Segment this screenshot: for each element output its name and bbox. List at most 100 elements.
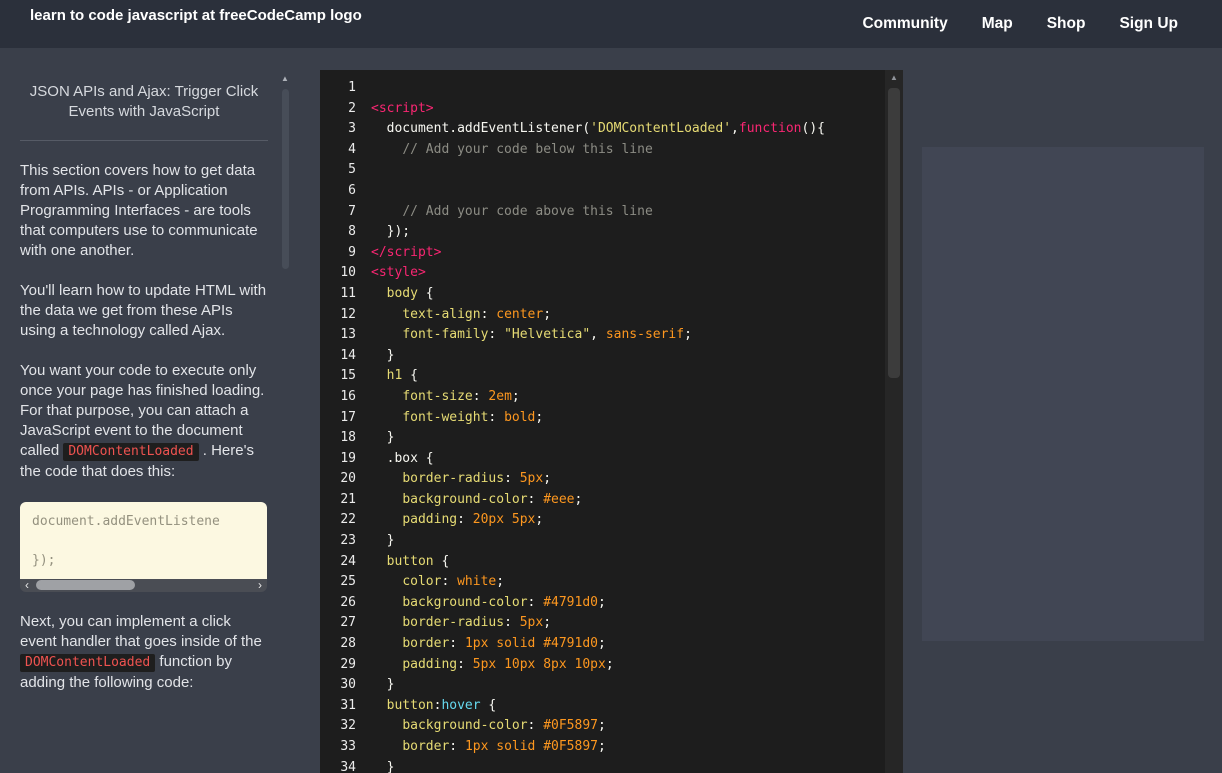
editor-scrollbar[interactable]: ▲ <box>885 70 903 773</box>
scrollbar-thumb[interactable] <box>36 580 135 590</box>
editor-line[interactable]: 11 body { <box>320 284 885 305</box>
code-text: } <box>371 428 394 449</box>
line-number: 16 <box>320 387 356 408</box>
line-number: 24 <box>320 552 356 573</box>
code-text: } <box>371 346 394 367</box>
preview-pane <box>922 147 1204 641</box>
description-paragraph: Next, you can implement a click event ha… <box>20 612 268 693</box>
example-code-block: document.addEventListene });‹› <box>20 502 267 592</box>
editor-line[interactable]: 22 padding: 20px 5px; <box>320 510 885 531</box>
code-text: <script> <box>371 99 434 120</box>
editor-line[interactable]: 12 text-align: center; <box>320 305 885 326</box>
line-number: 17 <box>320 408 356 429</box>
line-number: 11 <box>320 284 356 305</box>
code-text: border-radius: 5px; <box>371 469 551 490</box>
scrollbar-track[interactable] <box>34 579 253 592</box>
code-text: } <box>371 758 394 773</box>
description-paragraph: You want your code to execute only once … <box>20 361 268 482</box>
nav-link-map[interactable]: Map <box>982 15 1013 33</box>
scroll-right-icon[interactable]: › <box>253 579 267 592</box>
editor-line[interactable]: 9</script> <box>320 243 885 264</box>
sidebar-scrollbar[interactable]: ▲ <box>278 74 292 773</box>
editor-line[interactable]: 32 background-color: #0F5897; <box>320 716 885 737</box>
editor-line[interactable]: 15 h1 { <box>320 366 885 387</box>
inline-code: DOMContentLoaded <box>63 443 198 461</box>
navbar: learn to code javascript at freeCodeCamp… <box>0 0 1222 48</box>
editor-line[interactable]: 27 border-radius: 5px; <box>320 613 885 634</box>
editor-line[interactable]: 24 button { <box>320 552 885 573</box>
example-code: document.addEventListene }); <box>20 502 267 579</box>
editor-line[interactable]: 4 // Add your code below this line <box>320 140 885 161</box>
editor-line[interactable]: 26 background-color: #4791d0; <box>320 593 885 614</box>
nav-link-community[interactable]: Community <box>862 15 947 33</box>
scrollbar-thumb[interactable] <box>282 89 289 269</box>
nav-link-sign-up[interactable]: Sign Up <box>1119 15 1178 33</box>
scroll-up-icon[interactable]: ▲ <box>278 74 292 84</box>
editor-line[interactable]: 6 <box>320 181 885 202</box>
editor-line[interactable]: 20 border-radius: 5px; <box>320 469 885 490</box>
line-number: 29 <box>320 655 356 676</box>
code-text: font-weight: bold; <box>371 408 543 429</box>
code-text: body { <box>371 284 434 305</box>
freecodecamp-logo[interactable]: learn to code javascript at freeCodeCamp… <box>30 7 362 24</box>
code-text: <style> <box>371 263 426 284</box>
line-number: 31 <box>320 696 356 717</box>
editor-line[interactable]: 34 } <box>320 758 885 773</box>
editor-line[interactable]: 33 border: 1px solid #0F5897; <box>320 737 885 758</box>
editor-line[interactable]: 19 .box { <box>320 449 885 470</box>
editor-line[interactable]: 8 }); <box>320 222 885 243</box>
line-number: 32 <box>320 716 356 737</box>
line-number: 5 <box>320 160 356 181</box>
line-number: 21 <box>320 490 356 511</box>
code-text: border: 1px solid #4791d0; <box>371 634 606 655</box>
editor-line[interactable]: 21 background-color: #eee; <box>320 490 885 511</box>
line-number: 18 <box>320 428 356 449</box>
code-text: button:hover { <box>371 696 496 717</box>
editor-line[interactable]: 5 <box>320 160 885 181</box>
code-text: font-family: "Helvetica", sans-serif; <box>371 325 692 346</box>
scrollbar-thumb[interactable] <box>888 88 900 378</box>
divider <box>20 140 268 141</box>
editor-line[interactable]: 3 document.addEventListener('DOMContentL… <box>320 119 885 140</box>
line-number: 26 <box>320 593 356 614</box>
line-number: 14 <box>320 346 356 367</box>
scroll-up-icon[interactable]: ▲ <box>885 70 903 86</box>
line-number: 2 <box>320 99 356 120</box>
code-text: .box { <box>371 449 434 470</box>
editor-line[interactable]: 25 color: white; <box>320 572 885 593</box>
editor-line[interactable]: 14 } <box>320 346 885 367</box>
code-editor[interactable]: 12<script>3 document.addEventListener('D… <box>320 70 903 773</box>
code-text: } <box>371 675 394 696</box>
scroll-left-icon[interactable]: ‹ <box>20 579 34 592</box>
editor-line[interactable]: 31 button:hover { <box>320 696 885 717</box>
code-block-horizontal-scrollbar[interactable]: ‹› <box>20 579 267 592</box>
editor-line[interactable]: 30 } <box>320 675 885 696</box>
line-number: 27 <box>320 613 356 634</box>
code-text: document.addEventListener('DOMContentLoa… <box>371 119 825 140</box>
nav-links: Community Map Shop Sign Up <box>862 0 1178 48</box>
code-text: h1 { <box>371 366 418 387</box>
line-number: 12 <box>320 305 356 326</box>
code-text: background-color: #4791d0; <box>371 593 606 614</box>
editor-line[interactable]: 17 font-weight: bold; <box>320 408 885 429</box>
editor-line[interactable]: 16 font-size: 2em; <box>320 387 885 408</box>
line-number: 13 <box>320 325 356 346</box>
editor-line[interactable]: 2 <script> <box>320 99 885 120</box>
line-number: 6 <box>320 181 356 202</box>
line-number: 3 <box>320 119 356 140</box>
editor-line[interactable]: 7 // Add your code above this line <box>320 202 885 223</box>
editor-line[interactable]: 29 padding: 5px 10px 8px 10px; <box>320 655 885 676</box>
editor-line[interactable]: 10<style> <box>320 263 885 284</box>
editor-line[interactable]: 1 <box>320 78 885 99</box>
line-number: 33 <box>320 737 356 758</box>
editor-line[interactable]: 23 } <box>320 531 885 552</box>
line-number: 1 <box>320 78 356 99</box>
nav-link-shop[interactable]: Shop <box>1047 15 1086 33</box>
editor-line[interactable]: 13 font-family: "Helvetica", sans-serif; <box>320 325 885 346</box>
editor-line[interactable]: 28 border: 1px solid #4791d0; <box>320 634 885 655</box>
line-number: 30 <box>320 675 356 696</box>
editor-line[interactable]: 18 } <box>320 428 885 449</box>
line-number: 4 <box>320 140 356 161</box>
line-number: 20 <box>320 469 356 490</box>
line-number: 15 <box>320 366 356 387</box>
